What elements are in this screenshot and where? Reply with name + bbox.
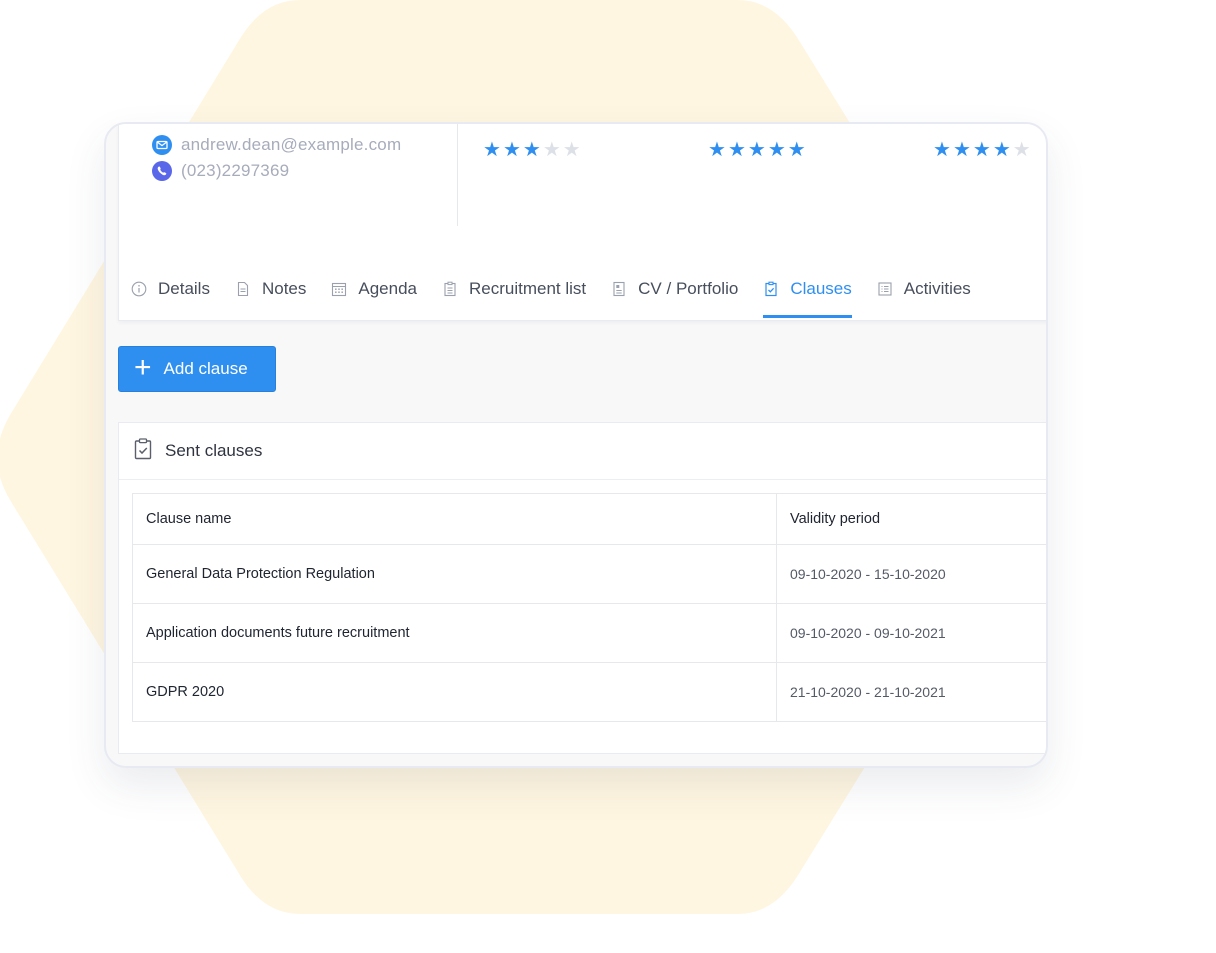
tab-label: Agenda [358, 279, 418, 298]
plus-icon: + [134, 351, 152, 384]
vertical-divider [457, 124, 458, 226]
clause-name-cell: Application documents future recruitment [132, 603, 777, 663]
column-header-clause-name[interactable]: Clause name [132, 493, 777, 545]
star-filled-icon: ★ [787, 139, 806, 161]
email-text[interactable]: andrew.dean@example.com [181, 135, 401, 155]
tab-label: CV / Portfolio [638, 279, 739, 298]
table-row[interactable]: Application documents future recruitment… [132, 603, 1046, 663]
panel-title: Sent clauses [165, 441, 263, 460]
tab-label: Details [158, 279, 210, 298]
tab-label: Recruitment list [469, 279, 587, 298]
sent-clauses-table: Clause name Validity period General Data… [132, 493, 1046, 722]
star-filled-icon: ★ [708, 139, 726, 161]
star-empty-icon: ★ [542, 139, 561, 161]
table-row[interactable]: General Data Protection Regulation 09-10… [132, 544, 1046, 604]
column-header-validity-period[interactable]: Validity period [776, 493, 1046, 545]
clipboard-check-icon [133, 437, 153, 465]
panel-header: Sent clauses [119, 423, 1046, 480]
file-icon [611, 281, 627, 297]
star-filled-icon: ★ [502, 139, 521, 161]
clause-name-cell: GDPR 2020 [132, 662, 777, 722]
calendar-icon [331, 281, 347, 297]
star-filled-icon: ★ [933, 139, 951, 161]
sent-clauses-panel: Sent clauses Clause name Validity period… [118, 422, 1046, 754]
star-filled-icon: ★ [522, 139, 541, 161]
rating-stars-2: ★ ★ ★ ★ ★ [708, 140, 806, 160]
table-row[interactable]: GDPR 2020 21-10-2020 - 21-10-2021 [132, 662, 1046, 722]
star-empty-icon: ★ [562, 139, 581, 161]
star-filled-icon: ★ [992, 139, 1011, 161]
star-filled-icon: ★ [952, 139, 971, 161]
info-icon [131, 281, 147, 297]
candidate-summary-panel: andrew.dean@example.com (023)2297369 ★ ★ ★… [118, 124, 1046, 321]
validity-period-cell: 21-10-2020 - 21-10-2021 [776, 662, 1046, 722]
star-filled-icon: ★ [483, 139, 501, 161]
tab-agenda[interactable]: Agenda [331, 260, 417, 318]
tab-activities[interactable]: Activities [877, 260, 971, 318]
email-row: andrew.dean@example.com [152, 135, 401, 155]
envelope-icon [152, 135, 172, 155]
phone-text[interactable]: (023)2297369 [181, 161, 289, 181]
validity-period-cell: 09-10-2020 - 15-10-2020 [776, 544, 1046, 604]
tab-details[interactable]: Details [131, 260, 210, 318]
clipboard-icon [442, 281, 458, 297]
document-icon [235, 281, 251, 297]
star-filled-icon: ★ [767, 139, 786, 161]
tab-label: Activities [903, 279, 971, 298]
whatsapp-icon [152, 161, 172, 181]
tab-notes[interactable]: Notes [235, 260, 306, 318]
candidate-card: andrew.dean@example.com (023)2297369 ★ ★ ★… [104, 122, 1048, 768]
list-icon [877, 281, 893, 297]
tab-recruitment-list[interactable]: Recruitment list [442, 260, 586, 318]
clause-name-cell: General Data Protection Regulation [132, 544, 777, 604]
add-clause-button[interactable]: + Add clause [118, 346, 276, 392]
table-header-row: Clause name Validity period [132, 493, 1046, 545]
star-filled-icon: ★ [972, 139, 991, 161]
tab-label: Clauses [790, 279, 852, 298]
rating-stars-1: ★ ★ ★ ★ ★ [483, 140, 581, 160]
rating-stars-3: ★ ★ ★ ★ ★ [933, 140, 1031, 160]
star-filled-icon: ★ [727, 139, 746, 161]
phone-row: (023)2297369 [152, 161, 289, 181]
star-filled-icon: ★ [747, 139, 766, 161]
tab-label: Notes [261, 279, 307, 298]
validity-period-cell: 09-10-2020 - 09-10-2021 [776, 603, 1046, 663]
tab-cv-portfolio[interactable]: CV / Portfolio [611, 260, 738, 318]
add-clause-label: Add clause [163, 359, 248, 378]
clipboard-check-icon [763, 281, 779, 297]
star-empty-icon: ★ [1012, 139, 1031, 161]
tab-bar: Details Notes Agenda Recruitment list CV… [119, 260, 1046, 318]
tab-clauses[interactable]: Clauses [763, 260, 853, 318]
